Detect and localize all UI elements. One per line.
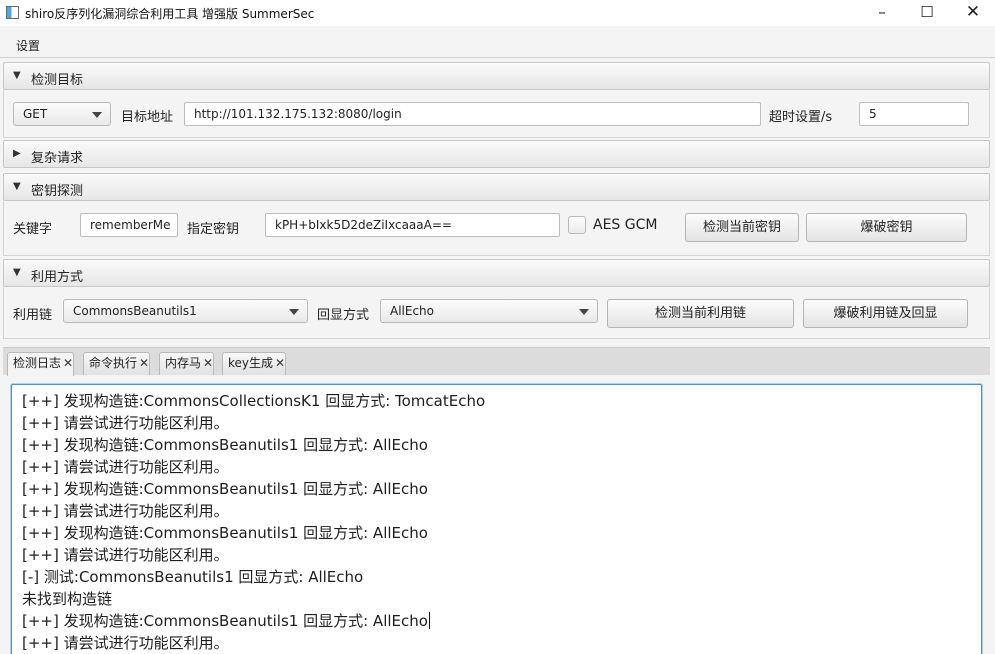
log-line: [++] 请尝试进行功能区利用。 bbox=[22, 546, 229, 564]
log-line: [++] 请尝试进行功能区利用。 bbox=[22, 458, 229, 476]
check-key-button[interactable]: 检测当前密钥 bbox=[685, 213, 799, 242]
maximize-icon[interactable]: ☐ bbox=[904, 0, 950, 26]
chain-value: CommonsBeanutils1 bbox=[73, 304, 197, 318]
section-header-key[interactable]: ▼ 密钥探测 bbox=[3, 173, 990, 201]
tab-bar: 检测日志 ✕ 命令执行 ✕ 内存马 ✕ key生成 ✕ bbox=[3, 347, 990, 376]
menu-bar: 设置 bbox=[0, 32, 995, 58]
http-method-value: GET bbox=[23, 107, 48, 121]
close-icon[interactable]: ✕ bbox=[203, 356, 213, 370]
aes-gcm-checkbox[interactable] bbox=[568, 216, 586, 234]
tab-key-gen[interactable]: key生成 ✕ bbox=[222, 352, 287, 375]
tab-label: key生成 bbox=[228, 356, 274, 370]
section-title-target: 检测目标 bbox=[31, 73, 84, 88]
expanded-arrow-icon: ▼ bbox=[13, 181, 21, 192]
tab-detect-log[interactable]: 检测日志 ✕ bbox=[7, 352, 75, 376]
chain-select[interactable]: CommonsBeanutils1 bbox=[63, 299, 308, 323]
log-line: [++] 请尝试进行功能区利用。 bbox=[22, 414, 229, 432]
log-line-with-caret: [++] 发现构造链:CommonsBeanutils1 回显方式: AllEc… bbox=[22, 611, 430, 631]
log-line: [++] 发现构造链:CommonsCollectionsK1 回显方式: To… bbox=[22, 392, 486, 410]
section-header-exploit[interactable]: ▼ 利用方式 bbox=[3, 259, 990, 287]
tab-label: 命令执行 bbox=[89, 356, 138, 370]
section-title-complex: 复杂请求 bbox=[31, 151, 84, 166]
window-title: shiro反序列化漏洞综合利用工具 增强版 SummerSec bbox=[25, 7, 315, 21]
echo-label: 回显方式 bbox=[317, 308, 370, 323]
close-icon[interactable]: ✕ bbox=[950, 0, 995, 26]
close-icon[interactable]: ✕ bbox=[63, 356, 73, 370]
minimize-icon[interactable]: – bbox=[859, 0, 905, 26]
timeout-label: 超时设置/s bbox=[769, 110, 833, 125]
section-header-complex[interactable]: ▶ 复杂请求 bbox=[3, 140, 990, 168]
url-input[interactable]: http://101.132.175.132:8080/login bbox=[184, 102, 761, 126]
log-line: [++] 请尝试进行功能区利用。 bbox=[22, 502, 229, 520]
timeout-input[interactable]: 5 bbox=[859, 102, 969, 126]
log-line: 未找到构造链 bbox=[22, 590, 113, 608]
app-icon bbox=[6, 6, 19, 19]
echo-select[interactable]: AllEcho bbox=[380, 299, 598, 323]
section-body-exploit: 利用链 CommonsBeanutils1 回显方式 AllEcho 检测当前利… bbox=[3, 287, 990, 339]
chevron-down-icon bbox=[92, 112, 102, 118]
keyword-label: 关键字 bbox=[13, 222, 53, 237]
close-icon[interactable]: ✕ bbox=[139, 356, 149, 370]
expanded-arrow-icon: ▼ bbox=[13, 267, 21, 278]
chain-label: 利用链 bbox=[13, 308, 53, 323]
expanded-arrow-icon: ▼ bbox=[13, 70, 21, 81]
brute-key-button[interactable]: 爆破密钥 bbox=[806, 213, 967, 242]
log-line: [++] 发现构造链:CommonsBeanutils1 回显方式: AllEc… bbox=[22, 612, 428, 630]
log-textarea[interactable]: [++] 发现构造链:CommonsCollectionsK1 回显方式: To… bbox=[11, 384, 982, 654]
aes-gcm-label: AES GCM bbox=[593, 217, 658, 233]
log-line: [++] 发现构造链:CommonsBeanutils1 回显方式: AllEc… bbox=[22, 480, 428, 498]
section-body-target: GET 目标地址 http://101.132.175.132:8080/log… bbox=[3, 90, 990, 138]
section-header-target[interactable]: ▼ 检测目标 bbox=[3, 62, 990, 90]
tab-label: 内存马 bbox=[165, 356, 202, 370]
chevron-down-icon bbox=[289, 309, 299, 315]
echo-value: AllEcho bbox=[390, 304, 435, 318]
collapsed-arrow-icon: ▶ bbox=[13, 148, 21, 159]
tab-label: 检测日志 bbox=[13, 356, 62, 370]
section-body-key: 关键字 rememberMe 指定密钥 kPH+bIxk5D2deZiIxcaa… bbox=[3, 201, 990, 256]
check-chain-button[interactable]: 检测当前利用链 bbox=[607, 299, 794, 328]
log-line: [-] 测试:CommonsBeanutils1 回显方式: AllEcho bbox=[22, 568, 364, 586]
log-line: [++] 发现构造链:CommonsBeanutils1 回显方式: AllEc… bbox=[22, 436, 428, 454]
title-bar: shiro反序列化漏洞综合利用工具 增强版 SummerSec – ☐ ✕ bbox=[0, 0, 995, 26]
http-method-select[interactable]: GET bbox=[13, 102, 111, 126]
menu-settings[interactable]: 设置 bbox=[16, 37, 40, 54]
url-label: 目标地址 bbox=[121, 110, 174, 125]
brute-chain-button[interactable]: 爆破利用链及回显 bbox=[803, 299, 968, 328]
text-cursor bbox=[428, 612, 430, 629]
key-input[interactable]: kPH+bIxk5D2deZiIxcaaaA== bbox=[265, 213, 560, 237]
tab-memory-shell[interactable]: 内存马 ✕ bbox=[159, 352, 215, 375]
close-icon[interactable]: ✕ bbox=[275, 356, 285, 370]
key-label: 指定密钥 bbox=[187, 222, 240, 237]
section-title-key: 密钥探测 bbox=[31, 184, 84, 199]
tab-command-exec[interactable]: 命令执行 ✕ bbox=[83, 352, 151, 375]
log-line: [++] 发现构造链:CommonsBeanutils1 回显方式: AllEc… bbox=[22, 524, 428, 542]
chevron-down-icon bbox=[579, 309, 589, 315]
section-title-exploit: 利用方式 bbox=[31, 270, 84, 285]
keyword-input[interactable]: rememberMe bbox=[80, 213, 178, 237]
log-line: [++] 请尝试进行功能区利用。 bbox=[22, 634, 229, 652]
